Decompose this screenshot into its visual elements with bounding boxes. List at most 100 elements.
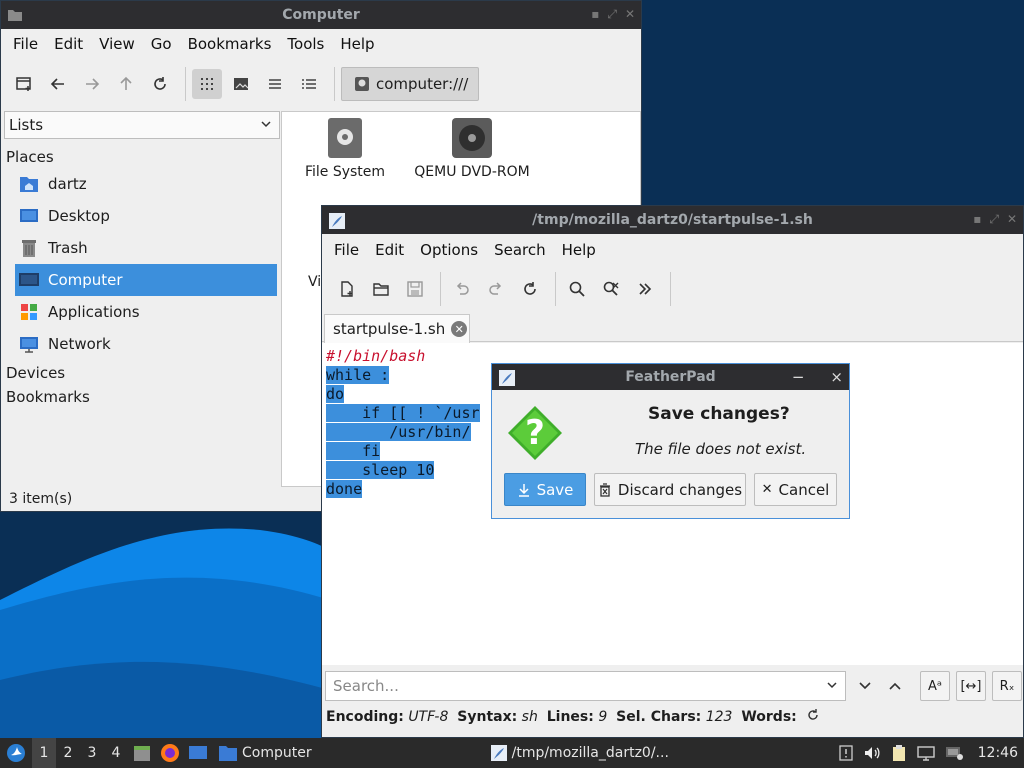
minimize-button[interactable]: ▪: [973, 212, 981, 227]
thumbnail-view-button[interactable]: [226, 69, 256, 99]
match-case-button[interactable]: Aᵃ: [920, 671, 950, 701]
whole-word-button[interactable]: [↔]: [956, 671, 986, 701]
menu-go[interactable]: Go: [143, 35, 180, 53]
network-icon: [18, 333, 40, 355]
place-desktop[interactable]: Desktop: [4, 200, 280, 232]
reload-button[interactable]: [145, 69, 175, 99]
back-button[interactable]: [43, 69, 73, 99]
volume-icon[interactable]: [858, 738, 886, 768]
task-featherpad[interactable]: /tmp/mozilla_dartz0/...: [486, 738, 673, 768]
code-line: sleep 10: [326, 461, 435, 479]
clock[interactable]: 12:46: [968, 738, 1024, 768]
maximize-button[interactable]: ⤢: [607, 7, 617, 22]
chevron-down-icon[interactable]: [825, 678, 839, 696]
item-file-system[interactable]: File System: [302, 118, 388, 180]
place-dartz[interactable]: dartz: [4, 168, 280, 200]
menu-search[interactable]: Search: [486, 241, 554, 259]
regex-button[interactable]: Rₓ: [992, 671, 1022, 701]
menu-help[interactable]: Help: [332, 35, 382, 53]
save-button[interactable]: Save: [504, 473, 586, 506]
redo-button[interactable]: [481, 274, 511, 304]
menubar: File Edit View Go Bookmarks Tools Help: [1, 29, 641, 59]
find-previous-button[interactable]: [880, 671, 910, 701]
start-menu-button[interactable]: [0, 738, 32, 768]
forward-button[interactable]: [77, 69, 107, 99]
save-icon: [407, 281, 423, 297]
minimize-button[interactable]: ▪: [591, 7, 599, 22]
network-status-icon[interactable]: [940, 738, 968, 768]
place-computer[interactable]: Computer: [15, 264, 277, 296]
place-applications[interactable]: Applications: [4, 296, 280, 328]
tab-startpulse[interactable]: startpulse-1.sh ✕: [324, 314, 470, 343]
editor-titlebar[interactable]: /tmp/mozilla_dartz0/startpulse-1.sh ▪ ⤢ …: [322, 206, 1023, 234]
undo-button[interactable]: [447, 274, 477, 304]
menu-view[interactable]: View: [91, 35, 143, 53]
open-button[interactable]: [366, 274, 396, 304]
minimize-button[interactable]: −: [792, 368, 805, 386]
menu-bookmarks[interactable]: Bookmarks: [180, 35, 280, 53]
close-tab-icon[interactable]: ✕: [451, 321, 468, 337]
section-devices[interactable]: Devices: [4, 360, 280, 384]
save-toolbar-button[interactable]: [400, 274, 430, 304]
clear-search-button[interactable]: [596, 274, 626, 304]
quicklaunch-firefox[interactable]: [156, 738, 184, 768]
quicklaunch-desktop[interactable]: [184, 738, 212, 768]
section-places[interactable]: Places: [4, 144, 280, 168]
discard-button-label: Discard changes: [617, 480, 743, 499]
new-document-button[interactable]: [332, 274, 362, 304]
place-network[interactable]: Network: [4, 328, 280, 360]
workspace-2[interactable]: 2: [56, 738, 80, 768]
find-next-button[interactable]: [850, 671, 880, 701]
file-manager-titlebar[interactable]: Computer ▪ ⤢ ✕: [1, 1, 641, 29]
icon-view-button[interactable]: [192, 69, 222, 99]
folder-open-icon: [373, 283, 389, 296]
dialog-heading: Save changes?: [648, 404, 790, 424]
item-qemu-dvd-rom[interactable]: QEMU DVD-ROM: [408, 118, 536, 180]
menu-tools[interactable]: Tools: [279, 35, 332, 53]
search-icon: [569, 281, 585, 297]
menu-help[interactable]: Help: [554, 241, 604, 259]
more-button[interactable]: [630, 274, 660, 304]
close-button[interactable]: ×: [830, 368, 843, 386]
close-icon: ✕: [761, 482, 773, 497]
close-button[interactable]: ✕: [625, 7, 635, 22]
search-clear-icon: [603, 281, 619, 296]
compact-view-button[interactable]: [260, 69, 290, 99]
clipboard-icon[interactable]: [886, 738, 912, 768]
place-trash[interactable]: Trash: [4, 232, 280, 264]
maximize-button[interactable]: ⤢: [989, 212, 999, 227]
reload-button[interactable]: [515, 274, 545, 304]
featherpad-icon: [490, 745, 507, 761]
up-button[interactable]: [111, 69, 141, 99]
location-button[interactable]: computer:///: [341, 67, 480, 101]
section-bookmarks[interactable]: Bookmarks: [4, 384, 280, 408]
new-tab-button[interactable]: [9, 69, 39, 99]
workspace-4[interactable]: 4: [104, 738, 128, 768]
menu-file[interactable]: File: [5, 35, 46, 53]
notification-icon[interactable]: [834, 738, 858, 768]
words-label: Words:: [741, 709, 797, 725]
workspace-3[interactable]: 3: [80, 738, 104, 768]
side-pane-mode-select[interactable]: Lists: [4, 111, 280, 139]
menu-options[interactable]: Options: [412, 241, 486, 259]
refresh-words-icon[interactable]: [806, 708, 820, 726]
regex-icon: Rₓ: [999, 678, 1015, 694]
cancel-button[interactable]: ✕ Cancel: [754, 473, 837, 506]
taskbar: 1 2 3 4 Computer /tmp/mozilla_dartz0/...…: [0, 738, 1024, 768]
dialog-titlebar[interactable]: FeatherPad − ×: [492, 364, 849, 390]
close-button[interactable]: ✕: [1007, 212, 1017, 227]
workspace-1[interactable]: 1: [32, 738, 56, 768]
menu-edit[interactable]: Edit: [46, 35, 91, 53]
new-tab-icon: [16, 77, 31, 91]
menu-edit[interactable]: Edit: [367, 241, 412, 259]
arrow-up-icon: [120, 76, 132, 90]
find-button[interactable]: [562, 274, 592, 304]
task-computer[interactable]: Computer: [212, 738, 318, 768]
discard-changes-button[interactable]: Discard changes: [594, 473, 746, 506]
detailed-view-button[interactable]: [294, 69, 324, 99]
display-icon[interactable]: [912, 738, 940, 768]
menu-file[interactable]: File: [326, 241, 367, 259]
quicklaunch-file-manager[interactable]: [128, 738, 156, 768]
search-input[interactable]: Search...: [325, 671, 846, 701]
code-line: done: [326, 480, 363, 498]
